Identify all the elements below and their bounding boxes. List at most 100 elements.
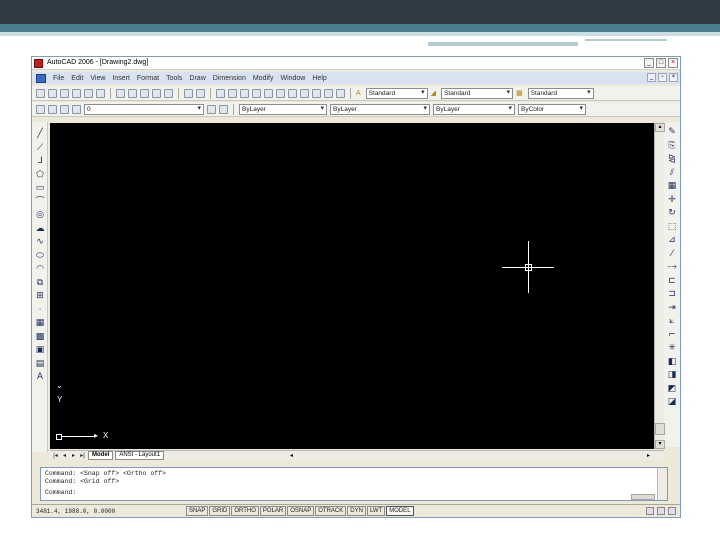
polyline-icon[interactable]: ᒧ	[34, 155, 46, 167]
polygon-icon[interactable]: ⬠	[34, 169, 46, 181]
explode-icon[interactable]: ✳	[666, 342, 678, 354]
rotate-icon[interactable]: ↻	[666, 207, 678, 219]
maximize-button[interactable]: □	[656, 58, 666, 68]
first-tab-icon[interactable]: |◂	[52, 452, 59, 460]
toolbar-lock-icon[interactable]	[657, 507, 665, 515]
pan-icon[interactable]	[216, 88, 225, 98]
autocad-app-icon[interactable]	[34, 59, 43, 68]
copy-clip-icon[interactable]	[128, 88, 137, 98]
command-scrollbar[interactable]	[657, 468, 667, 500]
rectangle-icon[interactable]: ▭	[34, 182, 46, 194]
circle-icon[interactable]: ◎	[34, 209, 46, 221]
help-icon[interactable]	[336, 88, 345, 98]
design-center-icon[interactable]	[276, 88, 285, 98]
menu-dimension[interactable]: Dimension	[213, 75, 246, 82]
communication-center-icon[interactable]	[646, 507, 654, 515]
multiline-text-icon[interactable]: A	[34, 371, 46, 383]
doc-restore-button[interactable]: ▫	[658, 73, 667, 82]
table-style-select[interactable]: Standard	[527, 87, 594, 99]
lightbulb-icon[interactable]	[48, 104, 57, 114]
make-current-layer-icon[interactable]	[207, 104, 216, 114]
block-editor-icon[interactable]	[164, 88, 173, 98]
document-icon[interactable]	[36, 73, 46, 83]
stretch-icon[interactable]: ⊿	[666, 234, 678, 246]
join-icon[interactable]: ⇥	[666, 302, 678, 314]
menu-tools[interactable]: Tools	[166, 75, 182, 82]
menu-window[interactable]: Window	[280, 75, 305, 82]
doc-minimize-button[interactable]: _	[647, 73, 656, 82]
command-window[interactable]: Command: <Snap off> <Ortho off> Command:…	[40, 467, 668, 501]
save-icon[interactable]	[60, 88, 69, 98]
ortho-toggle[interactable]: ORTHO	[231, 506, 259, 516]
plot-preview-icon[interactable]	[84, 88, 93, 98]
scroll-right-icon[interactable]: ▸	[647, 452, 650, 459]
tool-palettes-icon[interactable]	[288, 88, 297, 98]
markup-icon[interactable]	[312, 88, 321, 98]
osnap-toggle[interactable]: OSNAP	[287, 506, 315, 516]
spline-icon[interactable]: ∿	[34, 236, 46, 248]
vertical-scrollbar[interactable]: ▴ ▾	[654, 123, 665, 449]
clean-screen-icon[interactable]	[668, 507, 676, 515]
point-icon[interactable]: ·	[34, 304, 46, 316]
lwt-toggle[interactable]: LWT	[366, 506, 386, 516]
command-prompt[interactable]: Command:	[45, 489, 76, 496]
layer-previous-icon[interactable]	[219, 104, 228, 114]
menu-file[interactable]: File	[53, 75, 64, 82]
drawing-area[interactable]: ⌄ Y ▸ X	[50, 123, 654, 449]
array-icon[interactable]: ▦	[666, 180, 678, 192]
line-icon[interactable]: ╱	[34, 128, 46, 140]
menu-view[interactable]: View	[90, 75, 105, 82]
linetype-select[interactable]: ByLayer	[330, 103, 430, 115]
match-properties-icon[interactable]	[152, 88, 161, 98]
hatch-icon[interactable]: ▦	[34, 317, 46, 329]
ellipse-icon[interactable]: ⬭	[34, 250, 46, 262]
scroll-up-button[interactable]: ▴	[655, 123, 665, 132]
trim-icon[interactable]: ⁄	[666, 248, 678, 260]
doc-close-button[interactable]: ×	[669, 73, 678, 82]
polar-toggle[interactable]: POLAR	[259, 506, 287, 516]
tab-layout1[interactable]: ANSI - Layout1	[115, 451, 165, 460]
snap-toggle[interactable]: SNAP	[186, 506, 209, 516]
zoom-realtime-icon[interactable]	[228, 88, 237, 98]
close-button[interactable]: ×	[668, 58, 678, 68]
new-icon[interactable]	[36, 88, 45, 98]
plot-style-select[interactable]: ByColor	[518, 103, 586, 115]
menu-insert[interactable]: Insert	[112, 75, 130, 82]
erase-icon[interactable]: ✎	[666, 126, 678, 138]
draworder-back-icon[interactable]: ◨	[666, 369, 678, 381]
quickcalc-icon[interactable]	[324, 88, 333, 98]
prev-tab-icon[interactable]: ◂	[61, 452, 68, 460]
horizontal-scrollbar[interactable]: ◂ ▸	[290, 452, 650, 459]
otrack-toggle[interactable]: OTRACK	[315, 506, 347, 516]
chamfer-icon[interactable]: ⟀	[666, 315, 678, 327]
lock-icon[interactable]	[72, 104, 81, 114]
color-select[interactable]: ByLayer	[239, 103, 327, 115]
dim-style-select[interactable]: Standard	[441, 87, 514, 99]
last-tab-icon[interactable]: ▸|	[79, 452, 86, 460]
tab-model[interactable]: Model	[88, 451, 114, 460]
draworder-above-icon[interactable]: ◩	[666, 383, 678, 395]
model-toggle[interactable]: MODEL	[386, 506, 414, 516]
make-block-icon[interactable]: ⊞	[34, 290, 46, 302]
fillet-icon[interactable]: ⌐	[666, 329, 678, 341]
draworder-front-icon[interactable]: ◧	[666, 356, 678, 368]
sun-icon[interactable]	[60, 104, 69, 114]
command-scroll-thumb[interactable]	[631, 494, 655, 500]
region-icon[interactable]: ▣	[34, 344, 46, 356]
offset-icon[interactable]: ⫽	[666, 167, 678, 179]
construction-line-icon[interactable]: ⟋	[34, 142, 46, 154]
copy-icon[interactable]: ⎘	[666, 140, 678, 152]
menu-format[interactable]: Format	[137, 75, 159, 82]
cut-icon[interactable]	[116, 88, 125, 98]
extend-icon[interactable]: ⤍	[666, 261, 678, 273]
break-at-point-icon[interactable]: ⊏	[666, 275, 678, 287]
lineweight-select[interactable]: ByLayer	[433, 103, 515, 115]
paste-icon[interactable]	[140, 88, 149, 98]
menu-edit[interactable]: Edit	[71, 75, 83, 82]
layer-select[interactable]: 0	[84, 103, 204, 115]
undo-icon[interactable]	[184, 88, 193, 98]
menu-draw[interactable]: Draw	[189, 75, 205, 82]
dyn-toggle[interactable]: DYN	[347, 506, 366, 516]
menu-modify[interactable]: Modify	[253, 75, 274, 82]
scroll-left-icon[interactable]: ◂	[290, 452, 293, 459]
